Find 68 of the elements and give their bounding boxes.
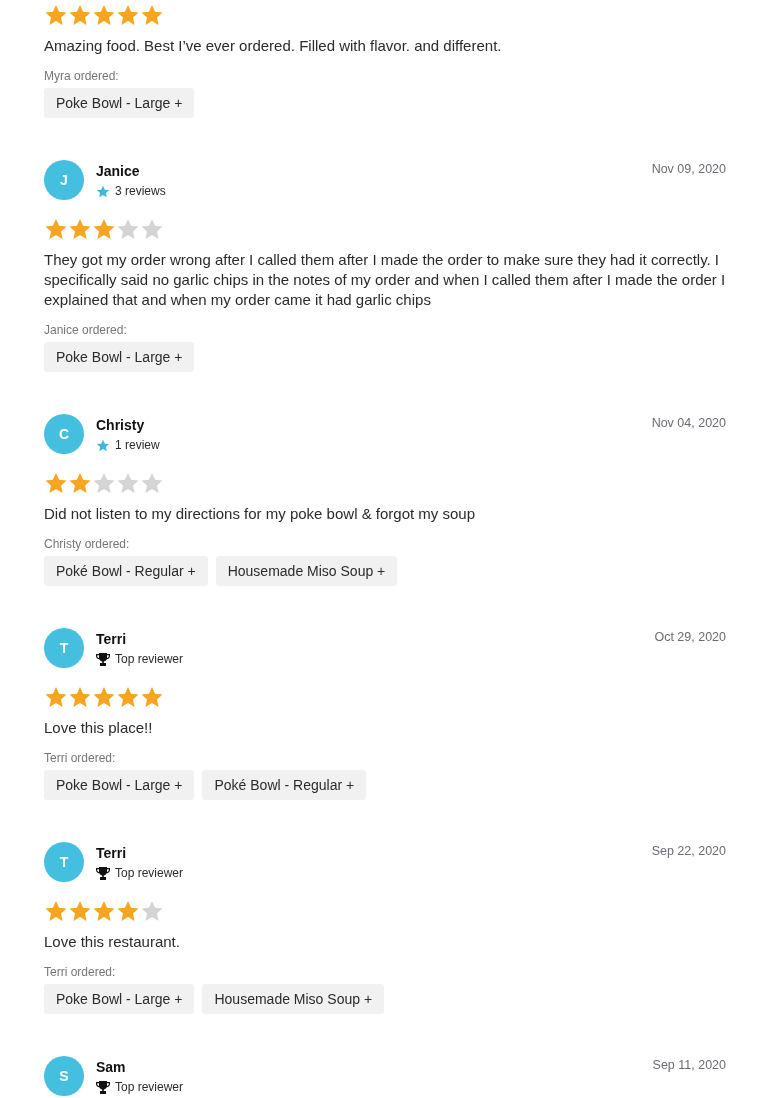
ordered-label: Terri ordered: [44, 964, 117, 980]
ordered-item-tag[interactable]: Housemade Miso Soup + [202, 984, 385, 1014]
star-icon [92, 4, 116, 26]
star-icon [140, 218, 164, 240]
star-icon [44, 4, 68, 26]
ordered-item-tag[interactable]: Poke Bowl - Large + [44, 342, 195, 372]
review-text: Did not listen to my directions for my poke bowl & forgot my soup [44, 504, 476, 524]
reviewer-name: Christy [96, 416, 146, 435]
reviewer-stat-label: Top reviewer [115, 652, 184, 666]
review-text: Love this restaurant. [44, 932, 181, 952]
review-date: Sep 22, 2020 [651, 844, 726, 858]
star-icon [140, 686, 164, 708]
ordered-label: Christy ordered: [44, 536, 131, 552]
reviewer-stat-label: Top reviewer [115, 1080, 184, 1094]
star-icon [116, 4, 140, 26]
reviewer-name: Sam [96, 1058, 127, 1077]
ordered-item-tag[interactable]: Poké Bowl - Regular + [202, 770, 367, 800]
ordered-label: Terri ordered: [44, 750, 117, 766]
star-icon [68, 900, 92, 922]
star-icon [140, 4, 164, 26]
star-icon [116, 900, 140, 922]
ordered-item-tag[interactable]: Poke Bowl - Large + [44, 984, 195, 1014]
avatar: C [44, 414, 84, 454]
star-icon [44, 218, 68, 240]
star-icon [44, 900, 68, 922]
review-text: They got my order wrong after I called them after I made the order to make sure they had it correctly. I specifically said no garlic chips in the notes of my order and when I called them after I made the order I explained that and when my order came it had garlic chips [44, 250, 726, 310]
star-icon [68, 4, 92, 26]
star-icon [116, 686, 140, 708]
star-icon [116, 472, 140, 494]
reviewer-stat-label: 1 review [115, 438, 160, 452]
ordered-item-tag[interactable]: Poke Bowl - Large + [44, 88, 195, 118]
review-text: Love this place!! [44, 718, 154, 738]
reviewer-stat-label: 3 reviews [115, 184, 166, 198]
avatar: T [44, 842, 84, 882]
reviewer-name: Terri [96, 844, 128, 863]
review-date: Nov 09, 2020 [651, 162, 726, 176]
ordered-item-tag[interactable]: Poké Bowl - Regular + [44, 556, 208, 586]
star-icon [92, 900, 116, 922]
star-icon [116, 218, 140, 240]
review-date: Oct 29, 2020 [654, 630, 726, 644]
trophy-icon [96, 652, 110, 666]
star-icon [92, 472, 116, 494]
star-icon [68, 686, 92, 708]
ordered-item-tag[interactable]: Housemade Miso Soup + [215, 556, 398, 586]
reviewer-name: Janice [96, 162, 141, 181]
trophy-icon [96, 1080, 110, 1094]
reviewer-stat-label: Top reviewer [115, 866, 184, 880]
avatar: T [44, 628, 84, 668]
ordered-label: Janice ordered: [44, 322, 128, 338]
star-icon [44, 472, 68, 494]
ordered-label: Myra ordered: [44, 68, 120, 84]
trophy-icon [96, 866, 110, 880]
ordered-item-tag[interactable]: Poke Bowl - Large + [44, 770, 195, 800]
star-icon [96, 438, 110, 452]
star-icon [44, 686, 68, 708]
star-icon [68, 218, 92, 240]
star-icon [96, 184, 110, 198]
review-date: Sep 11, 2020 [652, 1058, 726, 1072]
review-text: Amazing food. Best I’ve ever ordered. Filled with flavor. and different. [44, 36, 503, 56]
avatar: J [44, 160, 84, 200]
reviewer-name: Terri [96, 630, 128, 649]
star-icon [68, 472, 92, 494]
review-date: Nov 04, 2020 [651, 416, 726, 430]
star-icon [92, 218, 116, 240]
star-icon [92, 686, 116, 708]
avatar: S [44, 1056, 84, 1096]
star-icon [140, 472, 164, 494]
star-icon [140, 900, 164, 922]
